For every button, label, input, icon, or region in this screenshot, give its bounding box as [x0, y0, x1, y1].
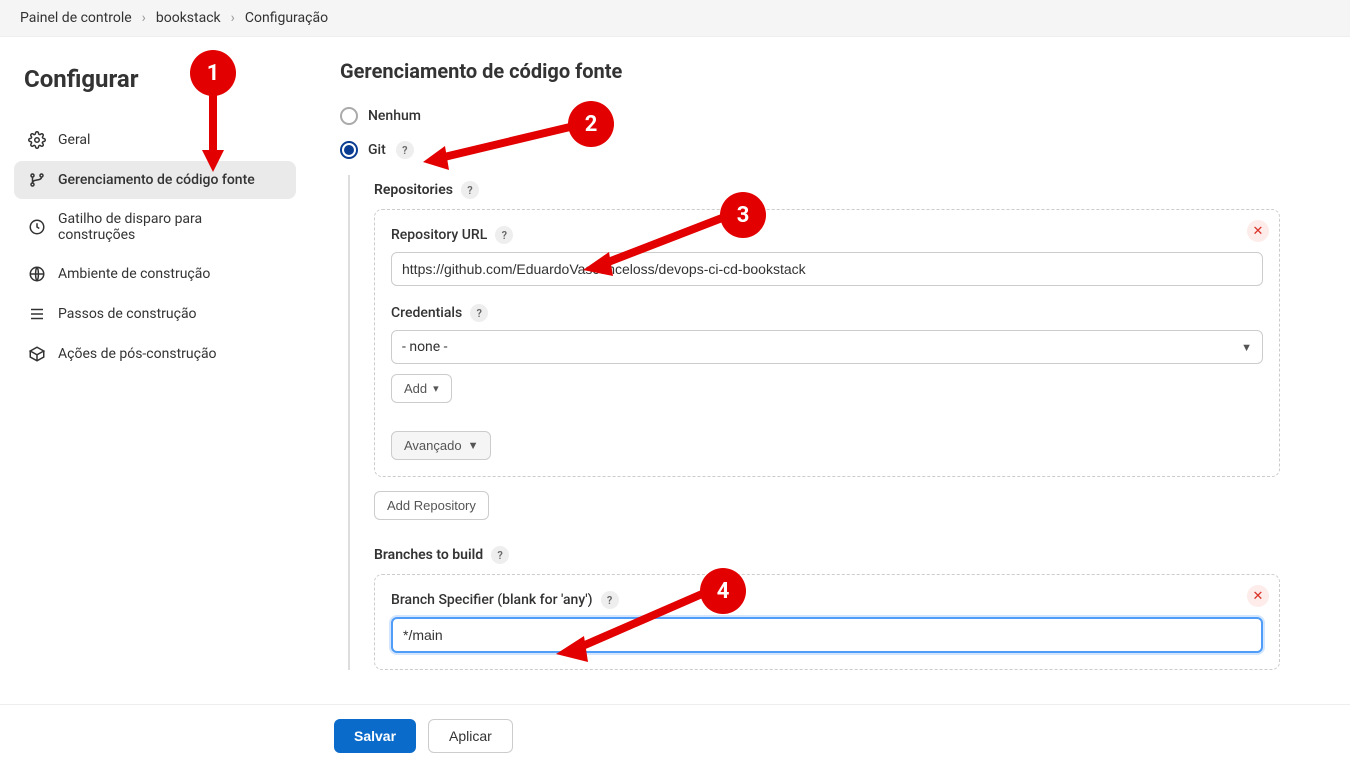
repo-url-label: Repository URL ?	[391, 226, 1263, 244]
credentials-value: - none -	[402, 339, 448, 355]
sidebar-item-label: Passos de construção	[58, 306, 197, 322]
radio-label: Git	[368, 142, 386, 158]
close-icon[interactable]: ✕	[1247, 220, 1269, 242]
credentials-select[interactable]: - none - ▼	[391, 330, 1263, 364]
sidebar-item-build-env[interactable]: Ambiente de construção	[14, 255, 296, 293]
steps-icon	[28, 305, 46, 323]
help-icon[interactable]: ?	[601, 591, 619, 609]
chevron-down-icon: ▼	[1241, 341, 1252, 354]
help-icon[interactable]: ?	[495, 226, 513, 244]
sidebar-item-label: Gerenciamento de código fonte	[58, 172, 255, 188]
breadcrumb-item-dashboard[interactable]: Painel de controle	[20, 10, 132, 26]
sidebar-item-label: Ações de pós-construção	[58, 346, 217, 362]
branch-specifier-label: Branch Specifier (blank for 'any') ?	[391, 591, 1263, 609]
repository-panel: ✕ Repository URL ? Credentials ? - none …	[374, 209, 1280, 477]
globe-icon	[28, 265, 46, 283]
breadcrumb-item-config[interactable]: Configuração	[245, 10, 328, 26]
chevron-right-icon: ›	[142, 10, 146, 26]
scm-option-git[interactable]: Git ?	[340, 141, 1280, 159]
help-icon[interactable]: ?	[491, 546, 509, 564]
sidebar-item-post-build[interactable]: Ações de pós-construção	[14, 335, 296, 373]
radio-icon[interactable]	[340, 107, 358, 125]
sidebar-item-triggers[interactable]: Gatilho de disparo para construções	[14, 201, 296, 253]
chevron-right-icon: ›	[231, 10, 235, 26]
caret-down-icon: ▾	[433, 382, 439, 395]
close-icon[interactable]: ✕	[1247, 585, 1269, 607]
sidebar-item-label: Ambiente de construção	[58, 266, 210, 282]
breadcrumb: Painel de controle › bookstack › Configu…	[0, 0, 1350, 37]
help-icon[interactable]: ?	[396, 141, 414, 159]
sidebar: Configurar Geral Gerenciamento de código…	[0, 37, 310, 774]
branch-icon	[28, 171, 46, 189]
branches-label: Branches to build ?	[374, 546, 1280, 564]
help-icon[interactable]: ?	[461, 181, 479, 199]
branch-specifier-input[interactable]	[391, 617, 1263, 653]
gear-icon	[28, 131, 46, 149]
apply-button[interactable]: Aplicar	[428, 719, 513, 753]
clock-icon	[28, 218, 46, 236]
package-icon	[28, 345, 46, 363]
main-content: Gerenciamento de código fonte Nenhum Git…	[310, 37, 1310, 774]
sidebar-item-general[interactable]: Geral	[14, 121, 296, 159]
scm-option-none[interactable]: Nenhum	[340, 107, 1280, 125]
credentials-label: Credentials ?	[391, 304, 1263, 322]
add-credentials-button[interactable]: Add ▾	[391, 374, 452, 403]
add-repository-button[interactable]: Add Repository	[374, 491, 489, 520]
sidebar-item-build-steps[interactable]: Passos de construção	[14, 295, 296, 333]
chevron-down-icon: ▼	[468, 440, 479, 452]
repositories-label: Repositories ?	[374, 181, 1280, 199]
repo-url-input[interactable]	[391, 252, 1263, 286]
save-button[interactable]: Salvar	[334, 719, 416, 753]
radio-icon[interactable]	[340, 141, 358, 159]
git-settings: Repositories ? ✕ Repository URL ? Creden…	[348, 175, 1280, 670]
advanced-button[interactable]: Avançado ▼	[391, 431, 491, 460]
breadcrumb-item-project[interactable]: bookstack	[156, 10, 221, 26]
sidebar-item-label: Geral	[58, 132, 90, 148]
radio-label: Nenhum	[368, 108, 421, 124]
sidebar-item-label: Gatilho de disparo para construções	[58, 211, 282, 243]
sidebar-title: Configurar	[24, 65, 286, 93]
branch-panel: ✕ Branch Specifier (blank for 'any') ?	[374, 574, 1280, 670]
page-heading: Gerenciamento de código fonte	[340, 59, 1280, 83]
footer-actions: Salvar Aplicar	[0, 704, 1350, 767]
sidebar-item-scm[interactable]: Gerenciamento de código fonte	[14, 161, 296, 199]
help-icon[interactable]: ?	[470, 304, 488, 322]
